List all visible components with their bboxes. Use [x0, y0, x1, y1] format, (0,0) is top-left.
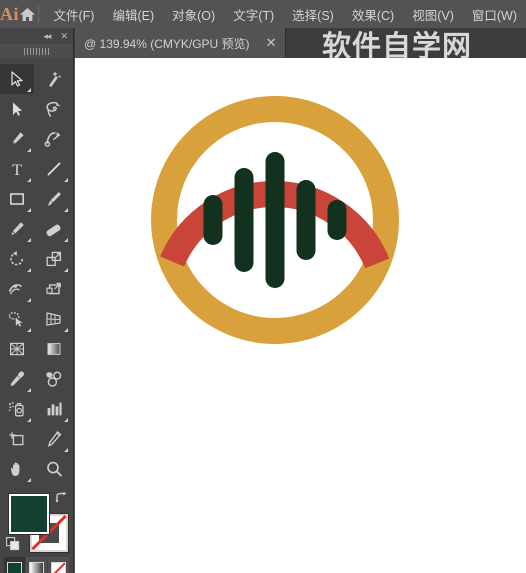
swap-fill-stroke-icon[interactable] [54, 491, 68, 505]
gradient-swatch-icon [28, 561, 44, 573]
default-fill-stroke-icon[interactable] [5, 537, 20, 551]
app-logo: Ai [0, 3, 20, 24]
tool-flyout-indicator [63, 178, 68, 182]
tool-flyout-indicator [26, 388, 31, 392]
panel-drag-handle[interactable] [0, 44, 73, 58]
pencil-tool[interactable] [0, 214, 34, 244]
close-icon[interactable]: ✕ [262, 35, 281, 51]
menu-effect[interactable]: 效果(C) [343, 1, 403, 28]
menu-bar: Ai 文件(F) 编辑(E) 对象(O) 文字(T) 选择(S) 效果(C) 视… [0, 0, 526, 28]
fill-stroke-controls [5, 491, 69, 553]
curvature-tool[interactable] [37, 124, 71, 154]
eyedropper-tool[interactable] [0, 364, 34, 394]
artboard-canvas[interactable] [75, 58, 526, 573]
tool-flyout-indicator [63, 328, 68, 332]
column-graph-tool[interactable] [37, 394, 71, 424]
lasso-tool[interactable] [37, 94, 71, 124]
zoom-tool[interactable] [37, 454, 71, 484]
mesh-tool[interactable] [0, 334, 34, 364]
tool-flyout-indicator [26, 268, 31, 272]
menu-select[interactable]: 选择(S) [283, 1, 343, 28]
artboard-tool[interactable] [0, 424, 34, 454]
menu-window[interactable]: 窗口(W) [463, 1, 526, 28]
direct-selection-tool[interactable] [0, 94, 34, 124]
logo-artwork[interactable] [151, 96, 399, 344]
document-tab[interactable]: @ 139.94% (CMYK/GPU 预览) ✕ [75, 28, 287, 58]
tools-panel-header: ◂◂ ✕ [0, 28, 73, 44]
free-transform-tool[interactable] [37, 274, 71, 304]
hand-tool[interactable] [0, 454, 34, 484]
paintbrush-tool[interactable] [37, 184, 71, 214]
none-swatch-icon [51, 561, 67, 573]
fill-swatch[interactable] [7, 493, 50, 535]
selection-tool[interactable] [0, 64, 34, 94]
paint-gradient[interactable] [25, 557, 48, 573]
perspective-grid-tool[interactable] [37, 304, 71, 334]
menu-file[interactable]: 文件(F) [45, 1, 104, 28]
tool-flyout-indicator [26, 208, 31, 212]
pen-tool[interactable] [0, 124, 34, 154]
document-tab-bar: @ 139.94% (CMYK/GPU 预览) ✕ [0, 28, 526, 58]
type-tool[interactable]: T [0, 154, 34, 184]
grip-icon [23, 47, 50, 55]
menu-type[interactable]: 文字(T) [224, 1, 283, 28]
tool-flyout-indicator [26, 478, 31, 482]
tool-flyout-indicator [63, 268, 68, 272]
svg-text:T: T [12, 162, 22, 178]
paint-none[interactable] [48, 557, 70, 573]
tool-flyout-indicator [26, 88, 31, 92]
tool-flyout-indicator [63, 238, 68, 242]
waveform-bar-2 [234, 168, 254, 272]
menu-item-list: 文件(F) 编辑(E) 对象(O) 文字(T) 选择(S) 效果(C) 视图(V… [45, 1, 526, 28]
illustrator-window: Ai 文件(F) 编辑(E) 对象(O) 文字(T) 选择(S) 效果(C) 视… [0, 0, 526, 573]
tool-flyout-indicator [26, 328, 31, 332]
width-tool[interactable] [0, 274, 34, 304]
waveform-bar-3 [265, 152, 285, 288]
shape-builder-tool[interactable] [0, 304, 34, 334]
tool-flyout-indicator [63, 418, 68, 422]
tool-flyout-indicator [26, 148, 31, 152]
color-swatch-icon [6, 561, 22, 573]
line-segment-tool[interactable] [37, 154, 71, 184]
gradient-tool[interactable] [37, 334, 71, 364]
tool-flyout-indicator [63, 448, 68, 452]
tool-flyout-indicator [63, 208, 68, 212]
magic-wand-tool[interactable] [37, 64, 71, 94]
paint-color[interactable] [3, 557, 25, 573]
document-tab-label: @ 139.94% (CMYK/GPU 预览) [84, 36, 250, 51]
collapse-icon[interactable]: ◂◂ [43, 31, 51, 41]
paint-mode-row [3, 557, 70, 573]
slice-tool[interactable] [37, 424, 71, 454]
tool-flyout-indicator [26, 238, 31, 242]
menu-view[interactable]: 视图(V) [403, 1, 463, 28]
scale-tool[interactable] [37, 244, 71, 274]
rotate-tool[interactable] [0, 244, 34, 274]
blend-tool[interactable] [37, 364, 71, 394]
home-icon[interactable] [19, 0, 36, 28]
waveform-bar-4 [296, 180, 316, 260]
waveform-bar-5 [327, 200, 347, 240]
menu-object[interactable]: 对象(O) [163, 1, 224, 28]
tool-flyout-indicator [26, 178, 31, 182]
menu-edit[interactable]: 编辑(E) [103, 1, 163, 28]
eraser-tool[interactable] [37, 214, 71, 244]
tool-flyout-indicator [26, 298, 31, 302]
rectangle-tool[interactable] [0, 184, 34, 214]
tool-grid: T [0, 58, 73, 484]
tools-panel: ◂◂ ✕ T [0, 28, 74, 573]
symbol-sprayer-tool[interactable] [0, 394, 34, 424]
tool-flyout-indicator [26, 418, 31, 422]
close-icon[interactable]: ✕ [60, 31, 67, 41]
waveform-bar-1 [203, 195, 223, 245]
